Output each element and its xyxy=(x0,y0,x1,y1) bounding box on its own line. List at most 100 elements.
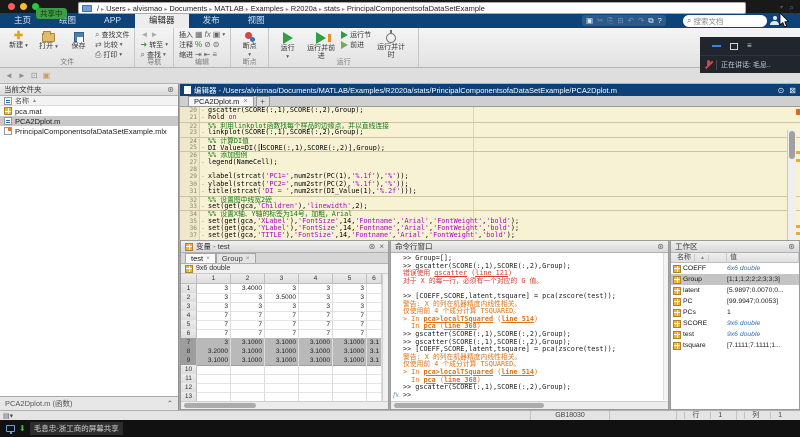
row-header[interactable]: 13 xyxy=(181,392,197,401)
breadcrumb-field[interactable]: /▸Users▸alvismao▸Documents▸MATLAB▸Exampl… xyxy=(78,2,746,14)
variables-header[interactable]: 变量 - test ⊛ × xyxy=(181,241,388,253)
find-files-button[interactable]: ⌕查找文件 xyxy=(95,30,129,39)
command-vscrollbar[interactable] xyxy=(663,253,668,400)
participant-list-icon[interactable]: ≡ xyxy=(747,42,752,50)
file-row[interactable]: PCA2Dplot.m xyxy=(0,116,178,126)
workspace-row[interactable]: COEFF6x6 double xyxy=(671,263,799,274)
panel-menu-icon[interactable]: ⊛ xyxy=(788,242,795,251)
forward-icon[interactable]: ► xyxy=(18,71,26,80)
warning-marker[interactable] xyxy=(796,232,800,235)
grid-cell[interactable] xyxy=(333,392,367,401)
command-hscrollbar[interactable] xyxy=(391,401,668,409)
table-row[interactable]: 10 xyxy=(181,365,382,374)
stack-link[interactable]: line 514 xyxy=(501,315,534,323)
grid-cell[interactable] xyxy=(367,392,382,401)
close-icon[interactable]: × xyxy=(379,242,384,251)
table-row[interactable]: 133.4000333 xyxy=(181,284,382,293)
variables-vscrollbar[interactable] xyxy=(382,274,388,401)
help-icon[interactable]: ? xyxy=(658,15,662,26)
close-icon[interactable]: × xyxy=(206,255,210,262)
editor-header[interactable]: 编辑器 - /Users/alvismao/Documents/MATLAB/E… xyxy=(180,84,800,96)
tab-apps[interactable]: APP xyxy=(90,13,135,28)
workspace-header[interactable]: 工作区 ⊛ xyxy=(671,241,799,253)
insert-button[interactable]: 插入▦fx▣▾ xyxy=(179,30,225,39)
close-icon[interactable]: × xyxy=(246,255,250,262)
column-header[interactable]: 2 xyxy=(231,274,265,284)
panel-menu-icon[interactable]: ⊛ xyxy=(167,85,174,94)
message-indicator[interactable] xyxy=(796,109,800,115)
breadcrumb-segment[interactable]: Documents xyxy=(169,4,207,13)
browse-icon[interactable]: ⊡ xyxy=(31,71,38,80)
table-row[interactable]: 333333 xyxy=(181,302,382,311)
grid-cell[interactable] xyxy=(231,392,265,401)
window-mode-icon[interactable] xyxy=(730,43,738,50)
warning-marker[interactable] xyxy=(796,225,800,228)
save-icon[interactable]: ▣ xyxy=(586,15,593,26)
search-folder-icon[interactable]: ⌕ xyxy=(789,2,794,13)
layout-icon[interactable]: ⧉ xyxy=(648,15,653,26)
workspace-row[interactable]: test9x6 double xyxy=(671,329,799,340)
redo-icon[interactable]: ↷ xyxy=(638,15,644,26)
table-row[interactable]: 13 xyxy=(181,392,382,401)
file-details-bar[interactable]: PCA2Dplot.m (函数) ⌃ xyxy=(0,396,179,410)
grid-cell[interactable] xyxy=(299,392,333,401)
run-time-button[interactable]: 运行并计时 xyxy=(374,30,408,59)
panel-menu-icon[interactable]: ⊛ xyxy=(657,242,664,251)
command-output[interactable]: >> Group=[];>> gscatter(SCORE(:,1),SCORE… xyxy=(391,253,664,400)
paste-icon[interactable]: ⊟ xyxy=(617,15,623,26)
warning-marker[interactable] xyxy=(796,159,800,162)
variables-hscrollbar[interactable] xyxy=(181,401,388,409)
file-row[interactable]: pca.mat xyxy=(0,106,178,116)
advance-button[interactable]: 前进 xyxy=(341,40,371,49)
new-button[interactable]: ✚新建 ▾ xyxy=(5,30,32,51)
mic-muted-icon[interactable] xyxy=(705,60,712,69)
compare-button[interactable]: ⇄比较▾ xyxy=(95,40,129,49)
editor-scrollbar[interactable] xyxy=(787,130,796,240)
workspace-row[interactable]: PC[99.9947;0.0053] xyxy=(671,296,799,307)
table-row[interactable]: 677777 xyxy=(181,329,382,338)
forward-icon[interactable]: ► xyxy=(150,30,158,39)
column-header[interactable]: 4 xyxy=(299,274,333,284)
breadcrumb-segment[interactable]: R2020a xyxy=(291,4,317,13)
scrollbar-thumb[interactable] xyxy=(789,131,795,159)
cut-icon[interactable]: ✂ xyxy=(597,15,603,26)
statusbar-toggle-icon[interactable]: ▤▾ xyxy=(3,412,13,420)
table-row[interactable]: 12 xyxy=(181,383,382,392)
open-button[interactable]: 打开 ▾ xyxy=(35,30,62,52)
column-header[interactable]: 5 xyxy=(333,274,367,284)
file-list-header[interactable]: 名称 ▲ xyxy=(0,96,178,106)
undo-icon[interactable]: ↶ xyxy=(628,15,634,26)
breadcrumb-segment[interactable]: MATLAB xyxy=(214,4,243,13)
tab-editor[interactable]: 编辑器 xyxy=(135,13,189,28)
tab-publish[interactable]: 发布 xyxy=(189,13,234,28)
table-row[interactable]: 577777 xyxy=(181,320,382,329)
tab-view[interactable]: 视图 xyxy=(234,13,279,28)
variable-tab-group[interactable]: Group× xyxy=(216,253,256,263)
table-row[interactable]: 477777 xyxy=(181,311,382,320)
panel-menu-icon[interactable]: ⊛ xyxy=(369,242,376,251)
workspace-row[interactable]: latent[5.9897;0.0070;0... xyxy=(671,285,799,296)
table-row[interactable]: 93.10003.10003.10003.10003.10003.1 xyxy=(181,356,382,365)
workspace-row[interactable]: tsquare[7.1111;7.1111;1... xyxy=(671,340,799,351)
breakpoints-button[interactable]: 断点▾ xyxy=(236,30,263,59)
close-icon[interactable]: ⊠ xyxy=(789,86,796,95)
profile-icon[interactable] xyxy=(770,16,779,25)
scrollbar-thumb[interactable] xyxy=(394,403,544,408)
save-button[interactable]: 保存 xyxy=(65,30,92,51)
breadcrumb-segment[interactable]: Users xyxy=(106,4,126,13)
breadcrumb-segment[interactable]: alvismao xyxy=(133,4,163,13)
minimize-icon[interactable] xyxy=(712,45,721,48)
doc-search-box[interactable]: ⌕ 搜索文档 xyxy=(683,15,767,27)
collapse-up-icon[interactable]: ⌃ xyxy=(167,399,173,408)
breadcrumb-segment[interactable]: PrincipalComponentsofaDataSetExample xyxy=(347,4,485,13)
breadcrumb-segment[interactable]: stats xyxy=(324,4,340,13)
gear-icon[interactable]: ⊙ xyxy=(778,86,785,95)
table-row[interactable]: 733.10003.10003.10003.10003.1 xyxy=(181,338,382,347)
goto-button[interactable]: ➜转至▾ xyxy=(140,40,167,49)
editor-tab[interactable]: PCA2Dplot.m × xyxy=(188,96,254,106)
file-row[interactable]: PrincipalComponentsofaDataSetExample.mlx xyxy=(0,126,178,136)
variable-tab-test[interactable]: test× xyxy=(185,253,216,263)
table-row[interactable]: 83.20003.10003.10003.10003.10003.1 xyxy=(181,347,382,356)
run-section-button[interactable]: 运行节 xyxy=(341,30,371,39)
column-header[interactable]: 3 xyxy=(265,274,299,284)
